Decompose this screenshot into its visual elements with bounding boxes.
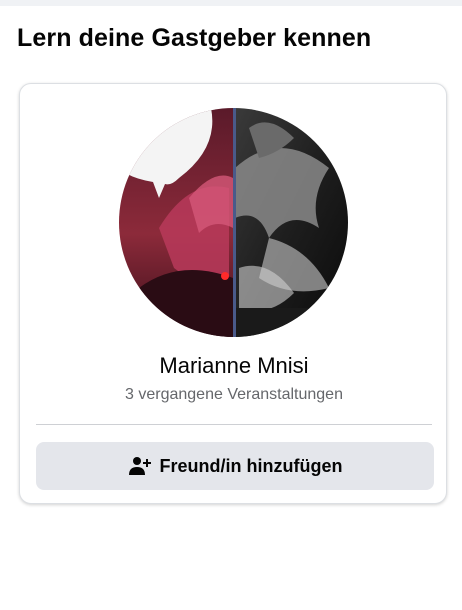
add-person-icon [128, 454, 152, 478]
host-name[interactable]: Marianne Mnisi [20, 353, 448, 379]
user-avatar-icon [119, 108, 348, 337]
section-title: Lern deine Gastgeber kennen [17, 24, 372, 52]
host-card: Marianne Mnisi 3 vergangene Veranstaltun… [19, 83, 447, 504]
host-avatar[interactable] [119, 108, 348, 337]
add-friend-label: Freund/in hinzufügen [159, 455, 343, 476]
card-divider [36, 424, 432, 425]
add-friend-button[interactable]: Freund/in hinzufügen [36, 442, 434, 490]
top-strip [0, 0, 462, 6]
host-past-events: 3 vergangene Veranstaltungen [125, 386, 343, 403]
